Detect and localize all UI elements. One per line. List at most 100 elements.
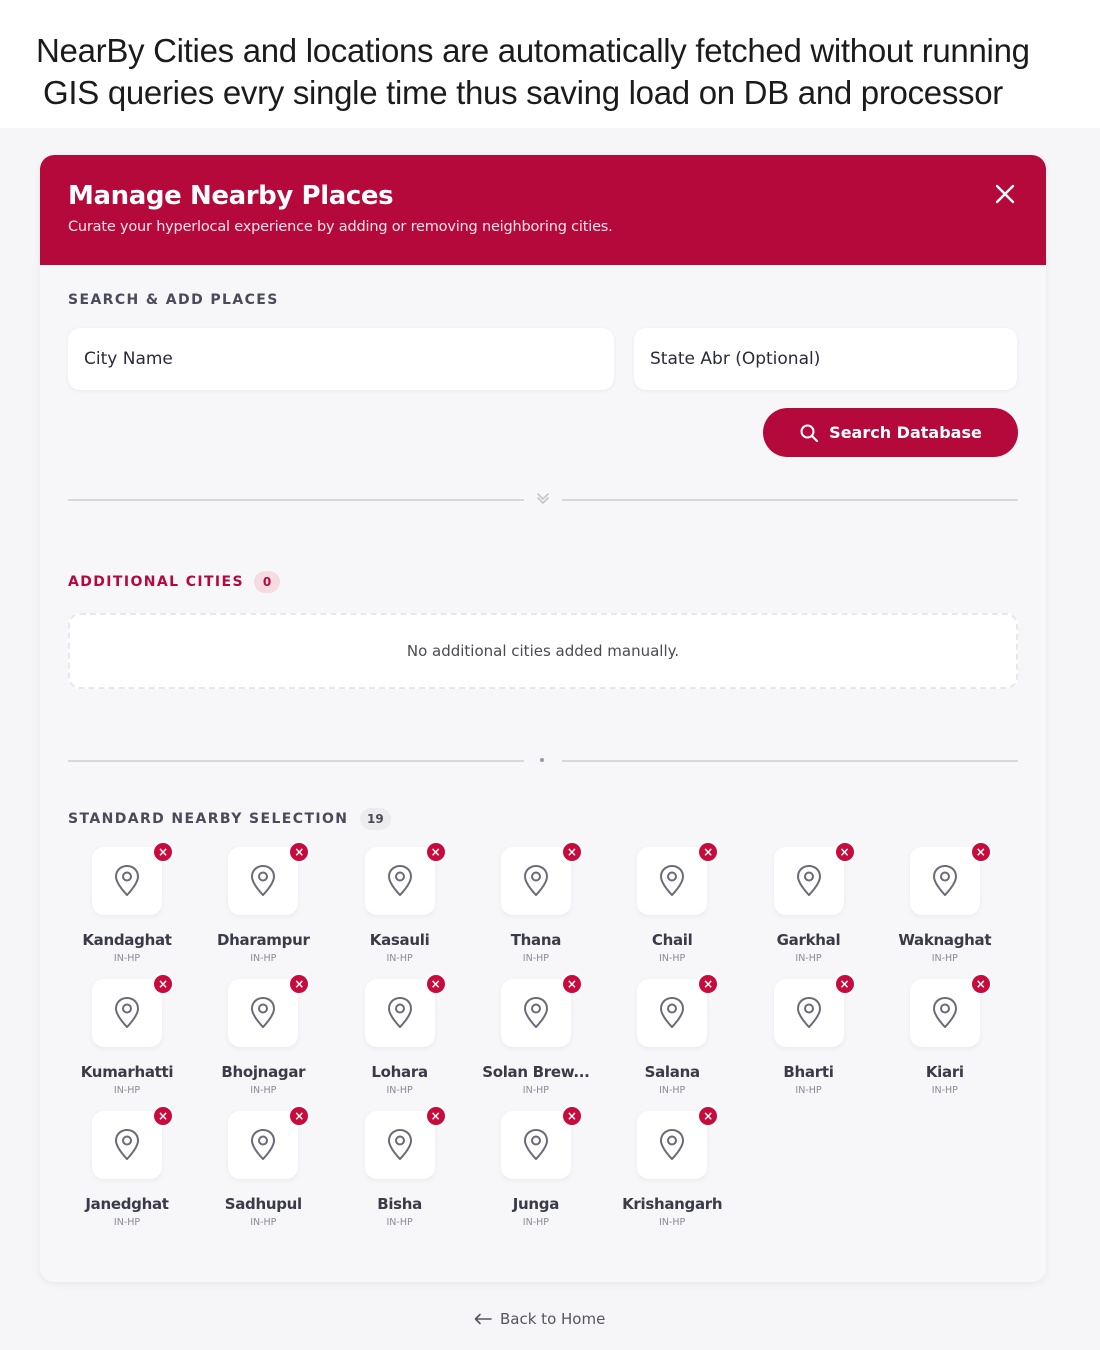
city-name: Krishangarh bbox=[622, 1195, 723, 1213]
city-tile-box bbox=[92, 1111, 162, 1179]
city-state-code: IN-HP bbox=[113, 1085, 141, 1096]
city-tile-box bbox=[364, 1111, 435, 1179]
remove-x-icon: × bbox=[975, 845, 986, 859]
close-button[interactable] bbox=[988, 177, 1022, 211]
city-state-code: IN-HP bbox=[386, 1085, 413, 1096]
remove-x-icon: × bbox=[430, 977, 441, 991]
map-pin-icon bbox=[660, 997, 685, 1028]
remove-city-button[interactable]: × bbox=[152, 1105, 174, 1127]
city-name: Kandaghat bbox=[82, 931, 172, 949]
remove-x-icon: × bbox=[294, 1109, 305, 1123]
map-pin-icon bbox=[523, 1129, 548, 1160]
city-tile: × Bharti IN-HP bbox=[750, 973, 868, 1099]
city-state-code: IN-HP bbox=[522, 953, 549, 964]
search-icon bbox=[800, 424, 819, 442]
city-name-input[interactable] bbox=[68, 328, 614, 390]
city-tile-box bbox=[364, 847, 435, 915]
city-tile: × Bhojnagar IN-HP bbox=[204, 973, 322, 1099]
map-pin-icon bbox=[796, 865, 821, 896]
city-name: Kumarhatti bbox=[80, 1063, 174, 1081]
city-tile: × Solan Brew... IN-HP bbox=[477, 973, 595, 1099]
city-tile: × Garkhal IN-HP bbox=[750, 841, 868, 967]
modal-title: Manage Nearby Places bbox=[68, 181, 394, 211]
city-state-code: IN-HP bbox=[659, 953, 686, 964]
remove-city-button[interactable]: × bbox=[560, 973, 583, 995]
remove-city-button[interactable]: × bbox=[424, 973, 447, 995]
city-tile-box bbox=[228, 847, 299, 915]
city-tile-box bbox=[637, 979, 708, 1047]
standard-count-badge: 19 bbox=[360, 808, 391, 830]
map-pin-icon bbox=[115, 865, 139, 896]
city-name: Bisha bbox=[377, 1195, 422, 1213]
city-state-code: IN-HP bbox=[386, 1217, 413, 1228]
remove-city-button[interactable]: × bbox=[288, 973, 311, 995]
city-name: Garkhal bbox=[776, 931, 841, 949]
city-tile: × Chail IN-HP bbox=[613, 841, 731, 967]
additional-cities-label: ADDITIONAL CITIES bbox=[68, 574, 244, 590]
map-pin-icon bbox=[387, 1129, 412, 1160]
city-tile-box bbox=[773, 979, 844, 1047]
remove-city-button[interactable]: × bbox=[424, 1105, 447, 1127]
map-pin-icon bbox=[251, 865, 276, 896]
city-state-code: IN-HP bbox=[795, 953, 822, 964]
city-tile: × Sadhupul IN-HP bbox=[204, 1105, 322, 1231]
remove-city-button[interactable]: × bbox=[697, 1105, 720, 1127]
city-state-code: IN-HP bbox=[522, 1217, 549, 1228]
remove-city-button[interactable]: × bbox=[560, 841, 583, 863]
remove-city-button[interactable]: × bbox=[152, 973, 174, 995]
back-to-home-label: Back to Home bbox=[500, 1310, 606, 1328]
city-name: Thana bbox=[510, 931, 562, 949]
city-tile-box bbox=[637, 1111, 708, 1179]
search-section-label: SEARCH & ADD PLACES bbox=[68, 292, 279, 308]
remove-x-icon: × bbox=[566, 1109, 577, 1123]
remove-city-button[interactable]: × bbox=[969, 841, 992, 863]
caption-text: NearBy Cities and locations are automati… bbox=[36, 30, 1100, 114]
caption-line-2: GIS queries evry single time thus saving… bbox=[43, 74, 1003, 111]
city-tile-box bbox=[228, 979, 299, 1047]
remove-x-icon: × bbox=[294, 977, 305, 991]
city-tile: × Waknaghat IN-HP bbox=[886, 841, 1004, 967]
back-to-home-link[interactable]: Back to Home bbox=[474, 1310, 605, 1328]
city-state-code: IN-HP bbox=[113, 1217, 141, 1228]
city-state-code: IN-HP bbox=[250, 953, 277, 964]
search-database-button[interactable]: Search Database bbox=[763, 408, 1018, 457]
divider-left-2 bbox=[68, 760, 524, 762]
remove-city-button[interactable]: × bbox=[697, 841, 720, 863]
remove-city-button[interactable]: × bbox=[288, 1105, 311, 1127]
manage-nearby-modal: Manage Nearby Places Curate your hyperlo… bbox=[40, 155, 1046, 1282]
remove-city-button[interactable]: × bbox=[833, 841, 856, 863]
city-name: Dharampur bbox=[217, 931, 310, 949]
modal-header: Manage Nearby Places Curate your hyperlo… bbox=[40, 155, 1046, 265]
city-tile: × Kiari IN-HP bbox=[886, 973, 1004, 1099]
city-name: Bhojnagar bbox=[221, 1063, 306, 1081]
city-name: Salana bbox=[644, 1063, 701, 1081]
remove-city-button[interactable]: × bbox=[833, 973, 856, 995]
map-pin-icon bbox=[796, 997, 821, 1028]
remove-city-button[interactable]: × bbox=[424, 841, 447, 863]
map-pin-icon bbox=[660, 865, 685, 896]
remove-city-button[interactable]: × bbox=[152, 841, 174, 863]
caption-banner: NearBy Cities and locations are automati… bbox=[0, 0, 1100, 128]
city-name: Bharti bbox=[783, 1063, 834, 1081]
remove-x-icon: × bbox=[157, 1109, 169, 1123]
remove-city-button[interactable]: × bbox=[697, 973, 720, 995]
city-tile-box bbox=[92, 847, 162, 915]
city-tile-box bbox=[500, 847, 571, 915]
city-tile: × Janedghat IN-HP bbox=[68, 1105, 186, 1231]
city-tile: × Krishangarh IN-HP bbox=[613, 1105, 731, 1231]
remove-city-button[interactable]: × bbox=[969, 973, 992, 995]
city-tile: × Dharampur IN-HP bbox=[204, 841, 322, 967]
map-pin-icon bbox=[523, 997, 548, 1028]
city-tile: × Thana IN-HP bbox=[477, 841, 595, 967]
city-tile: × Kandaghat IN-HP bbox=[68, 841, 186, 967]
remove-city-button[interactable]: × bbox=[288, 841, 311, 863]
city-name: Janedghat bbox=[85, 1195, 169, 1213]
city-state-code: IN-HP bbox=[931, 1085, 958, 1096]
remove-city-button[interactable]: × bbox=[560, 1105, 583, 1127]
state-abbr-input[interactable] bbox=[634, 328, 1017, 390]
city-state-code: IN-HP bbox=[795, 1085, 822, 1096]
city-tile: × Kumarhatti IN-HP bbox=[68, 973, 186, 1099]
city-name: Solan Brew... bbox=[482, 1063, 590, 1081]
remove-x-icon: × bbox=[839, 845, 850, 859]
city-state-code: IN-HP bbox=[931, 953, 958, 964]
